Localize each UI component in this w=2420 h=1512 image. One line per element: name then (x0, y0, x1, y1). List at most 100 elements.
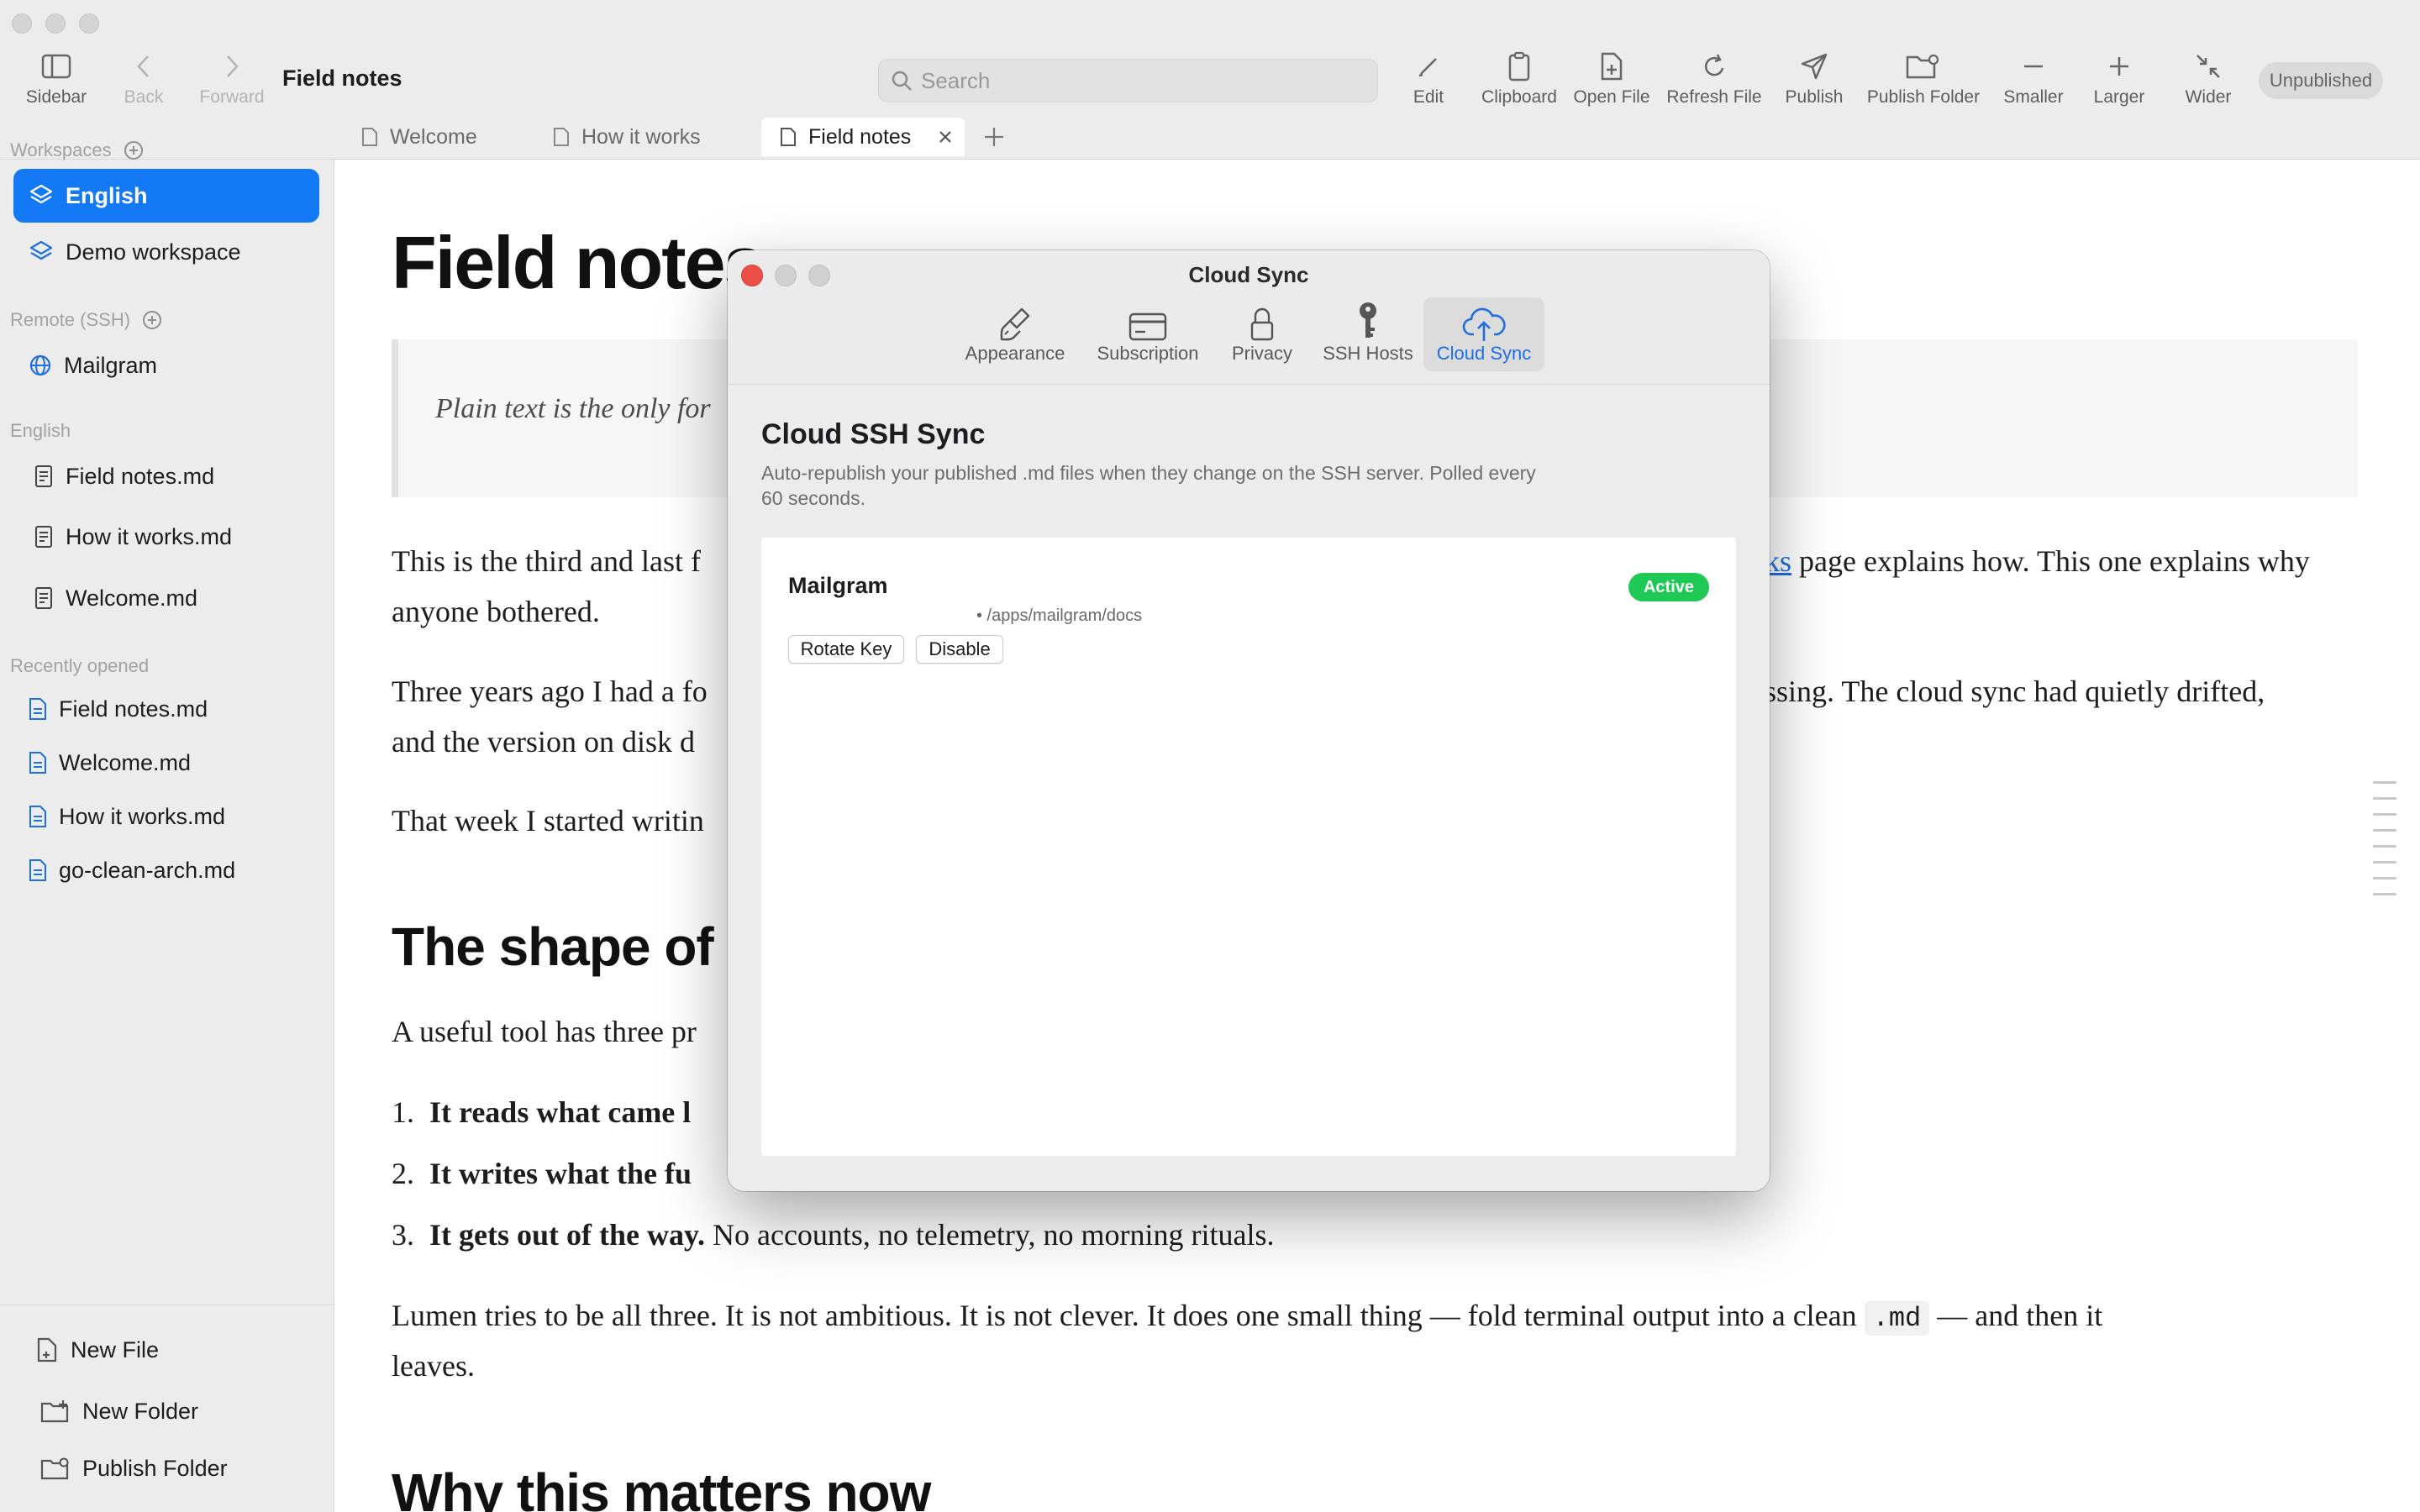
host-name: Mailgram (788, 573, 888, 598)
edit-button[interactable]: Edit (1407, 50, 1450, 108)
plus-icon (983, 126, 1005, 148)
dialog-body: Cloud SSH Sync Auto-republish your publi… (728, 385, 1770, 1191)
pref-tab-label: Subscription (1097, 343, 1199, 364)
host-path: • /apps/mailgram/docs (976, 606, 1143, 625)
paragraph-1-line-2: anyone bothered. (392, 595, 600, 628)
outline-minimap[interactable] (2373, 781, 2396, 909)
layers-icon (29, 183, 54, 208)
paragraph-text: This is the third and last f (392, 544, 701, 578)
layers-icon (29, 239, 54, 265)
plus-icon (2107, 50, 2131, 82)
document-icon (34, 525, 54, 549)
remote-item-mailgram[interactable]: Mailgram (13, 339, 319, 392)
publish-folder-button[interactable]: Publish Folder (1860, 50, 1986, 108)
cloud-sync-dialog: Cloud Sync Appearance Subscription Priva… (728, 250, 1770, 1191)
paragraph-3: That week I started writin (392, 804, 704, 837)
clipboard-button[interactable]: Clipboard (1479, 50, 1560, 108)
recent-item-field-notes[interactable]: Field notes.md (13, 682, 319, 736)
file-item-welcome[interactable]: Welcome.md (13, 571, 319, 625)
pref-tab-label: Privacy (1231, 343, 1293, 364)
add-workspace-icon[interactable] (124, 140, 144, 160)
new-file-button[interactable]: New File (13, 1323, 319, 1377)
recent-label: Welcome.md (59, 749, 192, 775)
larger-label: Larger (2093, 87, 2145, 107)
file-label: Welcome.md (66, 585, 198, 611)
minus-icon (2022, 50, 2045, 82)
pref-tab-privacy[interactable]: Privacy (1222, 297, 1302, 371)
pref-tab-appearance[interactable]: Appearance (960, 297, 1071, 371)
tab-welcome[interactable]: Welcome (334, 118, 511, 156)
pref-tab-label: Cloud Sync (1436, 343, 1532, 364)
list-number: 1. (392, 1095, 414, 1129)
remote-heading-label: Remote (SSH) (10, 309, 131, 330)
recent-label: How it works.md (59, 803, 226, 829)
window-toolbar: Sidebar Back Forward Field notes Edit Cl… (0, 0, 2420, 160)
smaller-button[interactable]: Smaller (2000, 50, 2067, 108)
add-remote-icon[interactable] (142, 310, 162, 330)
recent-item-welcome[interactable]: Welcome.md (13, 736, 319, 790)
document-icon (361, 127, 378, 147)
folder-gear-icon (40, 1457, 71, 1480)
credit-card-icon (1128, 309, 1168, 343)
section-heading-why: Why this matters now (392, 1462, 931, 1512)
search-field[interactable] (878, 59, 1378, 102)
inline-code: .md (1864, 1301, 1930, 1336)
recent-item-how-it-works[interactable]: How it works.md (13, 790, 319, 843)
larger-button[interactable]: Larger (2087, 50, 2151, 108)
workspace-item-demo[interactable]: Demo workspace (13, 225, 319, 279)
publish-status-badge: Unpublished (2259, 62, 2383, 99)
open-file-button[interactable]: Open File (1571, 50, 1652, 108)
publish-button[interactable]: Publish (1781, 50, 1847, 108)
refresh-file-button[interactable]: Refresh File (1665, 50, 1763, 108)
tab-how-it-works[interactable]: How it works (526, 118, 736, 156)
recent-section-heading: Recently opened (10, 655, 149, 677)
tab-label: How it works (581, 124, 701, 149)
key-icon (1355, 301, 1381, 343)
tab-field-notes[interactable]: Field notes (761, 118, 965, 156)
file-item-how-it-works[interactable]: How it works.md (13, 510, 319, 564)
globe-icon (29, 354, 52, 377)
search-icon (891, 70, 913, 92)
status-badge: Active (1628, 573, 1709, 601)
remote-label: Mailgram (64, 352, 158, 378)
pref-tab-label: Appearance (965, 343, 1065, 364)
workspaces-section-heading: Workspaces (10, 139, 144, 161)
section-heading: Cloud SSH Sync (761, 418, 986, 450)
refresh-file-label: Refresh File (1666, 87, 1762, 107)
file-item-field-notes[interactable]: Field notes.md (13, 449, 319, 503)
publish-folder-sidebar-button[interactable]: Publish Folder (13, 1441, 319, 1495)
paintbrush-icon (998, 306, 1032, 343)
disable-button[interactable]: Disable (916, 635, 1003, 664)
recent-label: go-clean-arch.md (59, 857, 236, 883)
wider-button[interactable]: Wider (2180, 50, 2237, 108)
workspaces-heading-label: Workspaces (10, 139, 112, 160)
folder-plus-icon (40, 1399, 71, 1423)
rotate-key-button[interactable]: Rotate Key (788, 635, 904, 664)
workspace-item-english[interactable]: English (13, 169, 319, 223)
list-number: 3. (392, 1218, 414, 1252)
recent-label: Field notes.md (59, 696, 208, 722)
list-number: 2. (392, 1157, 414, 1190)
document-icon (29, 697, 47, 721)
section-description: Auto-republish your published .md files … (761, 460, 1536, 511)
dialog-title: Cloud Sync (1188, 262, 1309, 287)
pref-tab-cloud-sync[interactable]: Cloud Sync (1423, 297, 1544, 371)
recent-item-go-clean-arch[interactable]: go-clean-arch.md (13, 843, 319, 897)
pref-tab-ssh-hosts[interactable]: SSH Hosts (1314, 297, 1422, 371)
recent-heading-label: Recently opened (10, 655, 150, 676)
tab-label: Welcome (390, 124, 477, 149)
folder-heading-label: English (10, 420, 71, 441)
new-file-label: New File (71, 1336, 160, 1362)
new-folder-label: New Folder (82, 1398, 199, 1424)
document-icon (34, 465, 54, 488)
paragraph-text: — and then it (1929, 1299, 2103, 1332)
close-tab-icon[interactable] (938, 129, 953, 144)
pref-tab-subscription[interactable]: Subscription (1086, 297, 1210, 371)
search-input[interactable] (921, 67, 1358, 94)
document-icon (34, 586, 54, 610)
new-folder-button[interactable]: New Folder (13, 1384, 319, 1438)
wider-label: Wider (2185, 87, 2232, 107)
new-tab-button[interactable] (983, 126, 1005, 148)
file-plus-icon (1599, 50, 1624, 82)
file-label: Field notes.md (66, 463, 215, 489)
